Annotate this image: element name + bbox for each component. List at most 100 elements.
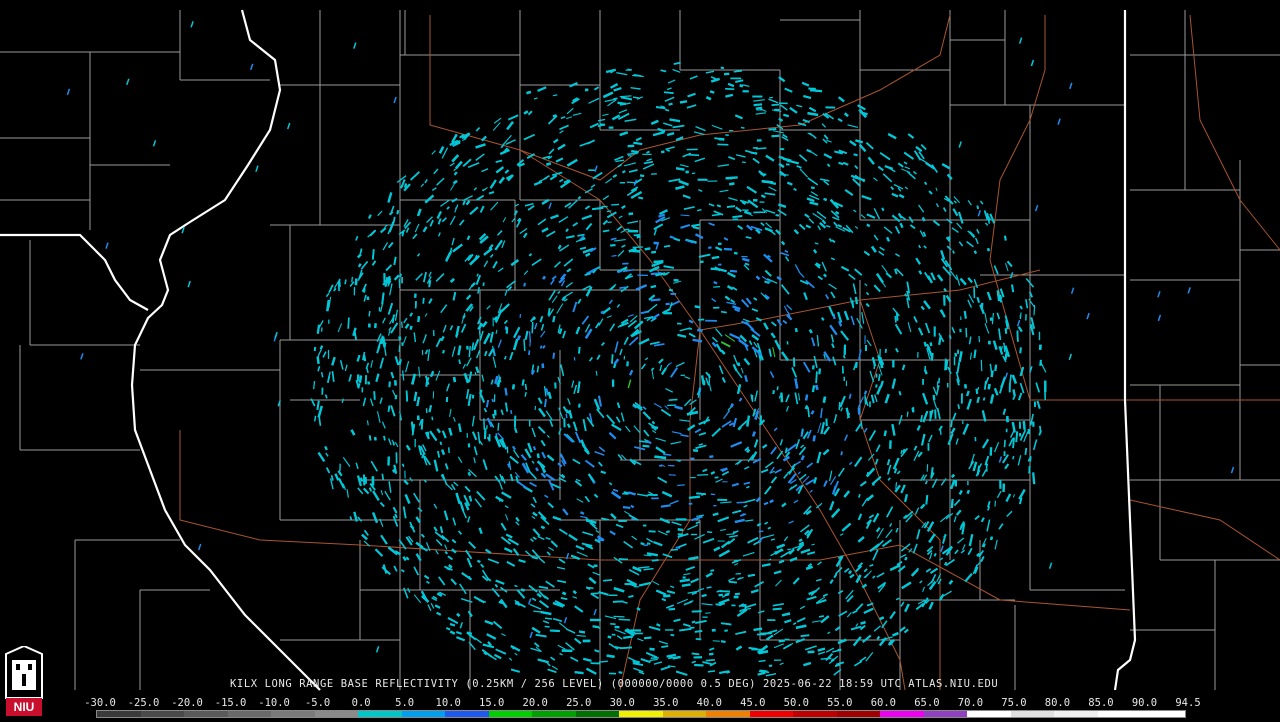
niu-logo: NIU [2,646,46,718]
echo-mark [854,154,858,155]
echo-mark [981,360,982,371]
colorbar-tick-label: -25.0 [128,697,160,709]
echo-mark [696,639,702,640]
echo-mark [681,215,690,216]
colorbar-tick-label: 15.0 [479,697,504,709]
echo-mark [545,626,550,627]
echo-mark [717,144,728,145]
echo-mark [669,104,673,105]
radar-map[interactable] [0,0,1280,720]
colorbar-tick-label: 30.0 [610,697,635,709]
echo-mark [1040,360,1041,366]
echo-mark [839,163,844,165]
echo-mark [478,561,481,562]
echo-mark [566,414,567,418]
echo-mark [619,619,631,620]
echo-mark [315,347,316,351]
echo-mark [578,673,584,674]
colorbar-segment [924,711,968,717]
echo-mark [631,506,634,508]
echo-mark [867,225,870,226]
echo-mark [637,608,640,610]
echo-mark [613,601,624,602]
echo-mark [480,331,481,336]
echo-mark [813,365,814,369]
echo-mark [1020,347,1021,353]
echo-mark [513,384,514,389]
echo-mark [383,337,385,347]
echo-mark [405,184,406,188]
echo-mark [607,211,612,212]
echo-mark [530,331,531,342]
echo-mark [711,494,715,495]
echo-mark [761,174,767,175]
echo-mark [553,316,554,322]
colorbar-tick-label: 94.5 [1175,697,1200,709]
echo-mark [940,429,941,435]
echo-mark [314,381,315,389]
echo-mark [518,336,519,340]
colorbar-segment [837,711,881,717]
colorbar-segment [619,711,663,717]
echo-mark [708,671,715,672]
echo-mark [680,580,690,582]
echo-mark [505,388,506,396]
colorbar-tick-label: 80.0 [1045,697,1070,709]
echo-mark [665,110,669,111]
echo-mark [629,214,633,215]
echo-mark [819,369,820,375]
echo-mark [553,95,557,96]
echo-mark [726,534,734,535]
echo-mark [968,490,969,493]
echo-mark [988,248,989,251]
echo-mark [692,621,695,622]
echo-mark [657,624,661,626]
echo-mark [926,495,927,504]
colorbar-segment [967,711,1011,717]
echo-mark [633,143,642,144]
echo-mark [779,641,785,642]
echo-mark [977,397,979,403]
echo-mark [742,162,746,163]
echo-mark [669,609,676,610]
echo-mark [638,198,643,199]
echo-mark [610,245,615,246]
echo-mark [524,283,525,286]
echo-mark [651,286,656,287]
echo-mark [710,570,714,571]
echo-mark [546,163,550,164]
echo-mark [721,68,724,69]
echo-mark [623,637,633,638]
echo-mark [706,660,715,661]
echo-mark [721,312,727,313]
echo-mark [666,531,669,532]
colorbar-tick-label: -10.0 [258,697,290,709]
echo-mark [838,650,841,651]
echo-mark [713,287,720,288]
echo-mark [702,595,707,596]
colorbar-tick-label: 20.0 [523,697,548,709]
echo-mark [537,366,538,373]
echo-mark [713,641,720,642]
colorbar-segment [1141,711,1185,717]
echo-mark [777,386,778,390]
echo-mark [816,371,817,383]
echo-mark [1017,331,1018,342]
echo-mark [485,428,486,438]
echo-mark [538,454,539,458]
echo-mark [796,328,797,332]
echo-mark [454,377,455,382]
echo-mark [532,322,533,333]
colorbar-segment [271,711,315,717]
echo-mark [768,528,771,529]
echo-mark [549,308,550,315]
echo-mark [415,392,417,401]
echo-mark [628,596,633,597]
echo-mark [553,353,554,359]
echo-mark [373,249,374,259]
echo-mark [440,442,441,445]
echo-mark [771,539,775,540]
colorbar-segment [315,711,359,717]
echo-mark [541,346,542,349]
echo-mark [545,399,546,407]
